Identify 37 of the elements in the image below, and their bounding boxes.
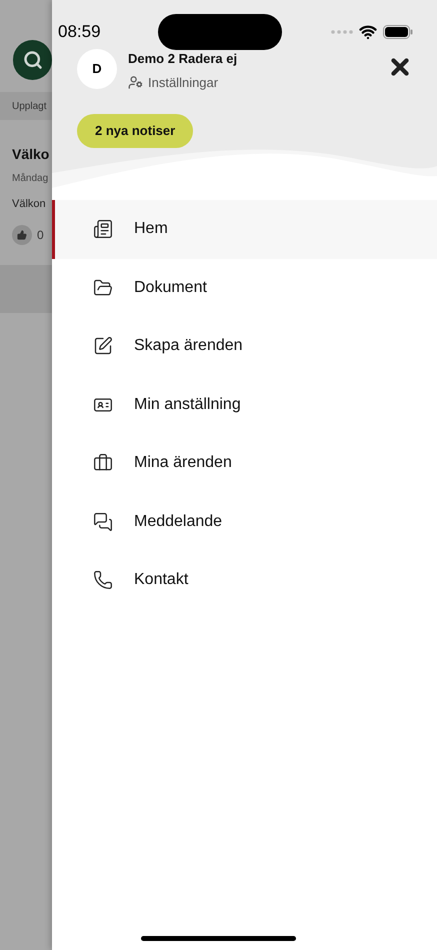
settings-link[interactable]: Inställningar — [128, 72, 238, 92]
menu-label: Hem — [134, 219, 168, 240]
menu-label: Kontakt — [134, 570, 188, 590]
menu-item[interactable]: Min anställning — [52, 376, 437, 434]
battery-icon — [383, 25, 413, 39]
phone-icon — [93, 570, 113, 590]
wifi-icon — [359, 23, 377, 41]
search-icon — [22, 50, 42, 70]
thumbs-up-icon — [17, 230, 27, 240]
menu-item[interactable]: Meddelande — [52, 492, 437, 551]
post-text: Välkon — [12, 197, 47, 212]
briefcase-icon — [93, 453, 113, 474]
menu-label: Dokument — [134, 278, 207, 298]
chat-bubbles-icon — [93, 512, 113, 532]
menu-item[interactable]: Mina ärenden — [52, 434, 437, 492]
post-title: Välko — [12, 145, 50, 164]
menu-item[interactable]: Skapa ärenden — [52, 317, 437, 376]
signal-icon — [331, 30, 353, 34]
pen-icon — [93, 336, 113, 356]
post-date: Måndag — [12, 172, 50, 186]
notifications-button[interactable]: 2 nya notiser — [77, 114, 194, 148]
menu-label: Meddelande — [134, 512, 222, 532]
menu-item[interactable]: Hem — [52, 200, 437, 258]
folder-icon — [93, 278, 113, 298]
like-count: 0 — [37, 226, 44, 244]
menu-label: Mina ärenden — [134, 453, 232, 474]
user-settings-icon — [128, 74, 143, 90]
menu-item[interactable]: Kontakt — [52, 551, 437, 610]
page-band — [0, 264, 52, 312]
menu-item[interactable]: Dokument — [52, 258, 437, 317]
avatar: D — [77, 49, 117, 89]
newspaper-icon — [93, 219, 113, 240]
strip-label: Upplagt — [12, 100, 46, 114]
status-time: 08:59 — [58, 21, 102, 44]
profile-name: Demo 2 Radera ej — [128, 50, 238, 68]
menu-label: Min anställning — [134, 394, 241, 415]
menu-label: Skapa ärenden — [134, 336, 243, 356]
